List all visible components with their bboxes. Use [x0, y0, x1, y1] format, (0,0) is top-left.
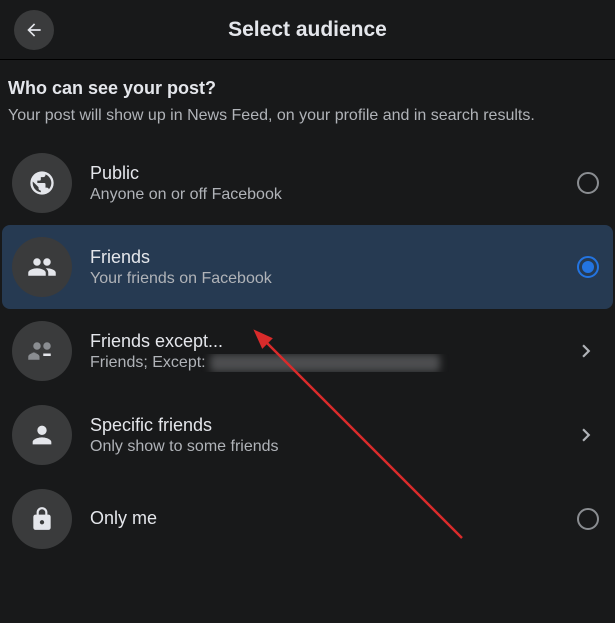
intro-desc: Your post will show up in News Feed, on … [8, 105, 603, 127]
lock-icon [12, 489, 72, 549]
audience-option-friends[interactable]: Friends Your friends on Facebook [2, 225, 613, 309]
option-title: Only me [90, 508, 577, 529]
scroll-area[interactable]: Who can see your post? Your post will sh… [0, 60, 615, 623]
page-title: Select audience [228, 18, 387, 42]
header: Select audience [0, 0, 615, 60]
option-desc: Your friends on Facebook [90, 270, 577, 288]
radio-friends[interactable] [577, 256, 599, 278]
friends-except-icon [12, 321, 72, 381]
option-title: Public [90, 163, 577, 184]
option-desc: Only show to some friends [90, 438, 573, 456]
audience-option-friends-except[interactable]: Friends except... Friends; Except: [2, 309, 613, 393]
option-text: Public Anyone on or off Facebook [90, 163, 577, 204]
option-text: Friends except... Friends; Except: [90, 331, 573, 372]
intro-title: Who can see your post? [8, 78, 603, 99]
option-text: Friends Your friends on Facebook [90, 247, 577, 288]
arrow-left-icon [24, 20, 44, 40]
option-desc: Friends; Except: [90, 354, 573, 372]
option-text: Only me [90, 508, 577, 531]
option-title: Specific friends [90, 415, 573, 436]
audience-option-specific-friends[interactable]: Specific friends Only show to some frien… [2, 393, 613, 477]
radio-public[interactable] [577, 172, 599, 194]
audience-option-only-me[interactable]: Only me [2, 477, 613, 561]
person-icon [12, 405, 72, 465]
option-text: Specific friends Only show to some frien… [90, 415, 573, 456]
chevron-right-icon [573, 422, 599, 448]
option-title: Friends except... [90, 331, 573, 352]
radio-only-me[interactable] [577, 508, 599, 530]
back-button[interactable] [14, 10, 54, 50]
globe-icon [12, 153, 72, 213]
chevron-right-icon [573, 338, 599, 364]
option-title: Friends [90, 247, 577, 268]
intro-section: Who can see your post? Your post will sh… [0, 60, 615, 141]
friends-icon [12, 237, 72, 297]
option-desc: Anyone on or off Facebook [90, 186, 577, 204]
desc-prefix: Friends; Except: [90, 354, 210, 371]
audience-option-public[interactable]: Public Anyone on or off Facebook [2, 141, 613, 225]
redacted-names [210, 354, 440, 372]
